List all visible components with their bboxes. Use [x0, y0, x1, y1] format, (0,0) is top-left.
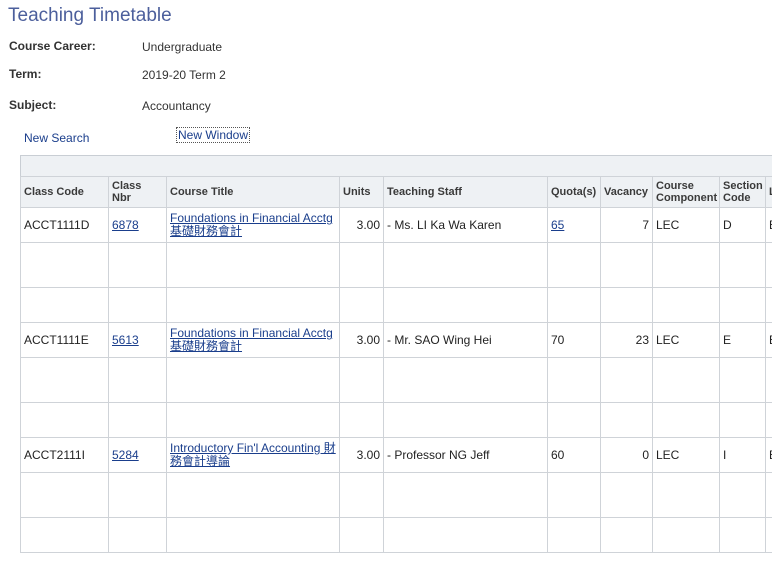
units-cell: 3.00 — [339, 322, 384, 358]
header-units: Units — [339, 176, 384, 208]
class-nbr-link[interactable]: 5284 — [112, 448, 139, 462]
course-career-label: Course Career: — [9, 39, 96, 53]
table-row-blank — [20, 357, 772, 403]
class-nbr-cell: 6878 — [108, 207, 167, 243]
table-header-row: Class Code Class Nbr Course Title Units … — [20, 176, 772, 208]
course-title-link[interactable]: Introductory Fin'l Accounting 財務會計導論 — [170, 441, 336, 468]
course-title-cell: Foundations in Financial Acctg 基礎財務會計 — [166, 207, 340, 243]
course-component-cell: LEC — [652, 207, 720, 243]
quota-link[interactable]: 65 — [551, 218, 564, 232]
course-title-link[interactable]: Foundations in Financial Acctg 基礎財務會計 — [170, 211, 333, 238]
quota-cell: 60 — [547, 437, 601, 473]
class-nbr-cell: 5613 — [108, 322, 167, 358]
term-value: 2019-20 Term 2 — [142, 68, 226, 82]
header-class-nbr: Class Nbr — [108, 176, 167, 208]
next-column-cell: E — [765, 322, 772, 358]
course-title-cell: Foundations in Financial Acctg 基礎財務會計 — [166, 322, 340, 358]
units-cell: 3.00 — [339, 437, 384, 473]
timetable-table: Class Code Class Nbr Course Title Units … — [20, 176, 772, 553]
header-next-column: L — [765, 176, 772, 208]
grid-toolbar — [20, 155, 772, 177]
header-course-component: Course Component — [652, 176, 720, 208]
vacancy-cell: 23 — [600, 322, 653, 358]
table-row: ACCT1111D 6878 Foundations in Financial … — [20, 207, 772, 243]
header-class-code: Class Code — [20, 176, 109, 208]
class-code-cell: ACCT1111E — [20, 322, 109, 358]
teaching-staff-cell: - Ms. LI Ka Wa Karen — [383, 207, 548, 243]
teaching-timetable-page: Teaching Timetable Course Career: Underg… — [0, 0, 772, 571]
table-row-blank — [20, 517, 772, 553]
term-label: Term: — [9, 67, 42, 81]
table-row: ACCT2111I 5284 Introductory Fin'l Accoun… — [20, 437, 772, 473]
table-row-blank — [20, 287, 772, 323]
course-title-cell: Introductory Fin'l Accounting 財務會計導論 — [166, 437, 340, 473]
table-row: ACCT1111E 5613 Foundations in Financial … — [20, 322, 772, 358]
subject-label: Subject: — [9, 98, 57, 112]
header-vacancy: Vacancy — [600, 176, 653, 208]
header-quota: Quota(s) — [547, 176, 601, 208]
subject-value: Accountancy — [142, 99, 211, 113]
timetable-grid: Class Code Class Nbr Course Title Units … — [20, 155, 772, 571]
new-search-link[interactable]: New Search — [24, 131, 89, 145]
class-code-cell: ACCT1111D — [20, 207, 109, 243]
next-column-cell: E — [765, 437, 772, 473]
class-nbr-cell: 5284 — [108, 437, 167, 473]
vacancy-cell: 0 — [600, 437, 653, 473]
teaching-staff-cell: - Professor NG Jeff — [383, 437, 548, 473]
vacancy-cell: 7 — [600, 207, 653, 243]
section-code-cell: E — [719, 322, 766, 358]
class-nbr-link[interactable]: 5613 — [112, 333, 139, 347]
table-row-blank — [20, 402, 772, 438]
teaching-staff-cell: - Mr. SAO Wing Hei — [383, 322, 548, 358]
new-window-link[interactable]: New Window — [176, 127, 251, 143]
section-code-cell: I — [719, 437, 766, 473]
course-title-link[interactable]: Foundations in Financial Acctg 基礎財務會計 — [170, 326, 333, 353]
course-component-cell: LEC — [652, 322, 720, 358]
quota-cell: 70 — [547, 322, 601, 358]
section-code-cell: D — [719, 207, 766, 243]
table-row-blank — [20, 472, 772, 518]
header-course-title: Course Title — [166, 176, 340, 208]
course-component-cell: LEC — [652, 437, 720, 473]
page-title: Teaching Timetable — [8, 5, 172, 26]
class-nbr-link[interactable]: 6878 — [112, 218, 139, 232]
quota-cell: 65 — [547, 207, 601, 243]
next-column-cell: E — [765, 207, 772, 243]
header-teaching-staff: Teaching Staff — [383, 176, 548, 208]
units-cell: 3.00 — [339, 207, 384, 243]
class-code-cell: ACCT2111I — [20, 437, 109, 473]
table-row-blank — [20, 242, 772, 288]
header-section-code: Section Code — [719, 176, 766, 208]
course-career-value: Undergraduate — [142, 40, 223, 54]
